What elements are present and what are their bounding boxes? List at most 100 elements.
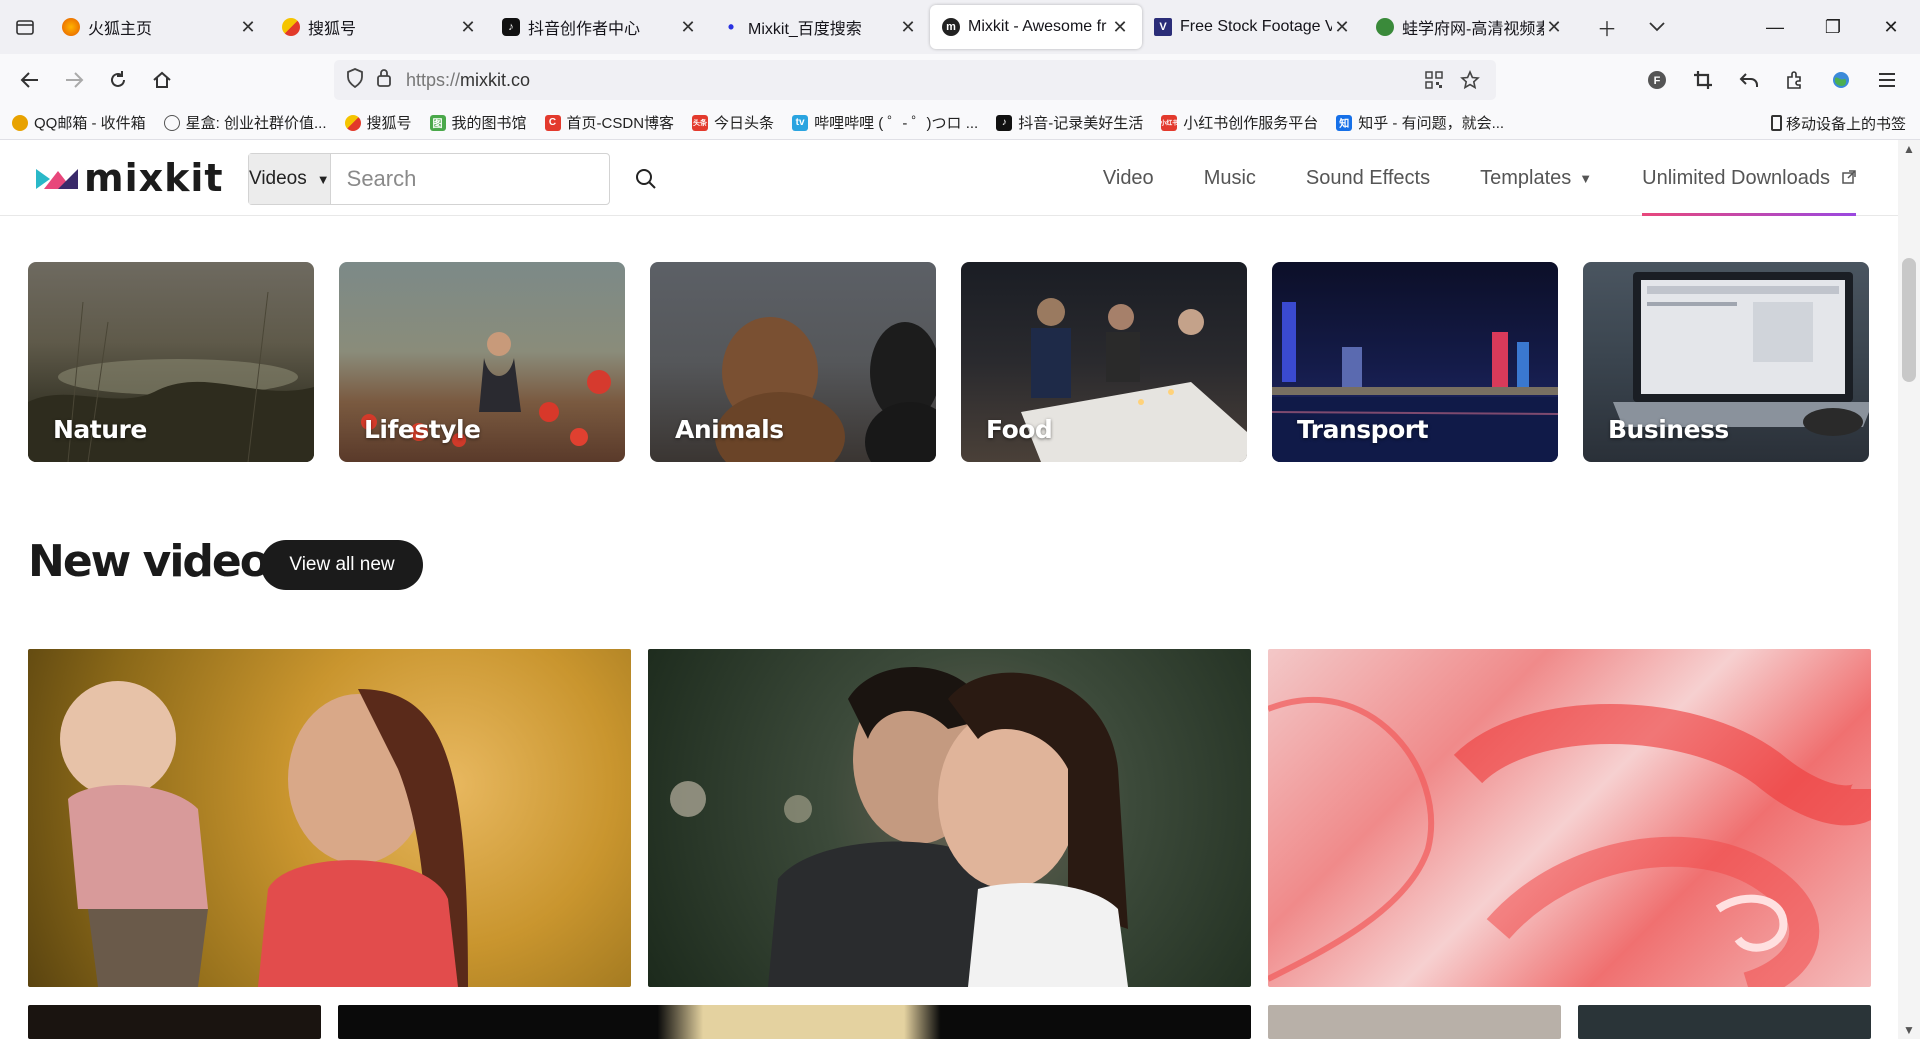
search-input[interactable]	[330, 154, 635, 204]
forward-icon[interactable]	[52, 58, 96, 102]
tab-title: Mixkit - Awesome fr	[968, 18, 1107, 35]
tab-baidu[interactable]: • Mixkit_百度搜索 ✕	[710, 5, 930, 49]
tab-title: 火狐主页	[88, 21, 153, 38]
category-card-food[interactable]: Food	[961, 262, 1247, 462]
new-tab-icon[interactable]: ＋	[1582, 0, 1632, 54]
lock-icon[interactable]	[376, 68, 392, 93]
page-scrollbar[interactable]: ▲ ▼	[1898, 140, 1920, 1039]
external-link-icon	[1842, 167, 1856, 190]
url-bar[interactable]: https://mixkit.co	[334, 60, 1496, 100]
video-thumbnail[interactable]	[338, 1005, 1251, 1039]
view-all-new-button[interactable]: View all new	[261, 540, 423, 590]
video-thumbnail[interactable]	[28, 1005, 321, 1039]
video-thumbnail-abstract-pink[interactable]	[1268, 649, 1871, 987]
tab-mixkit[interactable]: m Mixkit - Awesome fr ✕	[930, 5, 1142, 49]
close-window-icon[interactable]: ✕	[1862, 0, 1920, 54]
category-card-nature[interactable]: Nature	[28, 262, 314, 462]
nav-music[interactable]: Music	[1204, 140, 1256, 216]
shield-icon[interactable]	[346, 67, 364, 93]
nav-unlimited-downloads[interactable]: Unlimited Downloads	[1642, 140, 1856, 216]
caret-down-icon: ▼	[316, 171, 330, 187]
bookmark-qq-mail[interactable]: QQ邮箱 - 收件箱	[12, 112, 146, 133]
logo-text: mixkit	[84, 156, 224, 200]
video-thumbnail-image	[670, 666, 1128, 987]
close-icon[interactable]: ✕	[1544, 17, 1564, 38]
reload-icon[interactable]	[96, 58, 140, 102]
bookmark-bilibili[interactable]: tv 哔哩哔哩 ( ゜- ゜)つロ ...	[792, 112, 978, 133]
bookmark-zhihu[interactable]: 知知乎 - 有问题，就会...	[1336, 112, 1504, 133]
minimize-icon[interactable]: —	[1746, 0, 1804, 54]
url-text[interactable]: https://mixkit.co	[406, 70, 530, 91]
bookmark-xiaohongshu[interactable]: 小红书 小红书创作服务平台	[1160, 112, 1318, 133]
extension-f-icon[interactable]: F	[1634, 70, 1680, 90]
tab-waxuefu[interactable]: 蛙学府网-高清视频素 ✕	[1364, 5, 1576, 49]
bookmark-toutiao[interactable]: 头条 今日头条	[692, 112, 774, 133]
category-card-transport[interactable]: Transport	[1272, 262, 1558, 462]
search-icon[interactable]	[635, 154, 657, 204]
toutiao-icon: 头条	[692, 114, 709, 131]
home-icon[interactable]	[140, 58, 184, 102]
video-thumbnail[interactable]	[1268, 1005, 1561, 1039]
close-icon[interactable]: ✕	[238, 17, 258, 38]
nav-templates[interactable]: Templates ▼	[1480, 140, 1592, 216]
library-icon: 图	[429, 114, 446, 131]
category-label: Animals	[675, 415, 784, 444]
tab-douyin[interactable]: ♪ 抖音创作者中心 ✕	[490, 5, 710, 49]
tab-sohu[interactable]: 搜狐号 ✕	[270, 5, 490, 49]
bookmark-csdn[interactable]: C 首页-CSDN博客	[544, 112, 674, 133]
tab-title: 蛙学府网-高清视频素	[1402, 21, 1544, 38]
close-icon[interactable]: ✕	[898, 17, 918, 38]
video-thumbnail-image	[1268, 696, 1871, 987]
menu-icon[interactable]	[1864, 72, 1910, 88]
bookmark-library[interactable]: 图我的图书馆	[429, 112, 527, 133]
video-thumbnail-couple[interactable]	[648, 649, 1251, 987]
tab-firefox-home[interactable]: 火狐主页 ✕	[50, 5, 270, 49]
category-label: Business	[1608, 415, 1729, 444]
bookmark-sohu[interactable]: 搜狐号	[344, 112, 412, 133]
video-thumbnail-image	[60, 681, 468, 987]
site-nav: Video Music Sound Effects Templates ▼ Unl…	[1053, 140, 1898, 216]
crop-icon[interactable]	[1680, 70, 1726, 90]
qr-code-icon[interactable]	[1416, 71, 1452, 89]
puzzle-extensions-icon[interactable]	[1772, 70, 1818, 90]
bookmark-mobile[interactable]: 移动设备上的书签	[1770, 106, 1906, 140]
bookmark-douyin[interactable]: ♪ 抖音-记录美好生活	[996, 112, 1143, 133]
navigation-bar: https://mixkit.co F	[0, 54, 1920, 106]
qq-mail-icon	[12, 114, 28, 131]
caret-down-icon: ▼	[1579, 170, 1593, 186]
tab-bar: 火狐主页 ✕ 搜狐号 ✕ ♪ 抖音创作者中心 ✕ • Mixkit_百度搜索 ✕…	[0, 0, 1920, 54]
nav-sound-effects[interactable]: Sound Effects	[1306, 140, 1430, 216]
search-box: Videos ▼	[248, 153, 656, 205]
scroll-up-icon[interactable]: ▲	[1898, 142, 1920, 156]
svg-text:F: F	[1654, 75, 1661, 87]
tab-videvo[interactable]: V Free Stock Footage V ✕	[1142, 5, 1364, 49]
tab-title: Free Stock Footage V	[1180, 18, 1332, 35]
zhihu-icon: 知	[1336, 114, 1353, 131]
star-icon[interactable]	[1452, 70, 1488, 90]
globe-icon	[163, 114, 180, 131]
video-thumbnail[interactable]	[1578, 1005, 1871, 1039]
category-card-lifestyle[interactable]: Lifestyle	[339, 262, 625, 462]
chevron-down-icon[interactable]	[1632, 0, 1682, 54]
category-label: Transport	[1297, 415, 1429, 444]
search-category-select[interactable]: Videos ▼	[249, 154, 331, 204]
bookmark-xinghe[interactable]: 星盒: 创业社群价值...	[163, 112, 327, 133]
category-card-animals[interactable]: Animals	[650, 262, 936, 462]
restore-icon[interactable]: ❐	[1804, 0, 1862, 54]
close-icon[interactable]: ✕	[1332, 17, 1352, 38]
scroll-down-icon[interactable]: ▼	[1898, 1023, 1920, 1037]
close-icon[interactable]: ✕	[678, 17, 698, 38]
undo-icon[interactable]	[1726, 71, 1772, 89]
scrollbar-thumb[interactable]	[1902, 258, 1916, 382]
globe-extension-icon[interactable]	[1818, 70, 1864, 90]
mixkit-logo-icon	[36, 169, 78, 189]
close-icon[interactable]: ✕	[458, 17, 478, 38]
xiaohongshu-icon: 小红书	[1160, 114, 1178, 131]
nav-video[interactable]: Video	[1103, 140, 1154, 216]
close-icon[interactable]: ✕	[1110, 17, 1130, 38]
category-card-business[interactable]: Business	[1583, 262, 1869, 462]
tab-list-icon[interactable]	[0, 0, 50, 54]
mixkit-logo[interactable]: mixkit	[36, 156, 224, 200]
video-thumbnail-mother-baby[interactable]	[28, 649, 631, 987]
back-icon[interactable]	[8, 58, 52, 102]
